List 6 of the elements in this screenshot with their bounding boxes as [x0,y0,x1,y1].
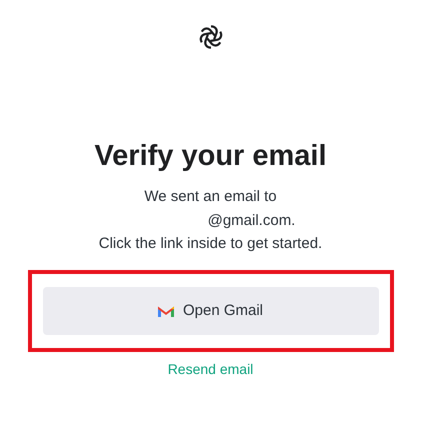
message-text: Click the link inside to get started. [98,234,322,254]
open-gmail-button[interactable]: Open Gmail [42,286,378,334]
envelope-icon [158,304,174,316]
message-text: @gmail.com. [206,210,296,230]
page-heading: Verify your email [94,140,327,173]
message-text: We sent an email to [144,187,277,207]
